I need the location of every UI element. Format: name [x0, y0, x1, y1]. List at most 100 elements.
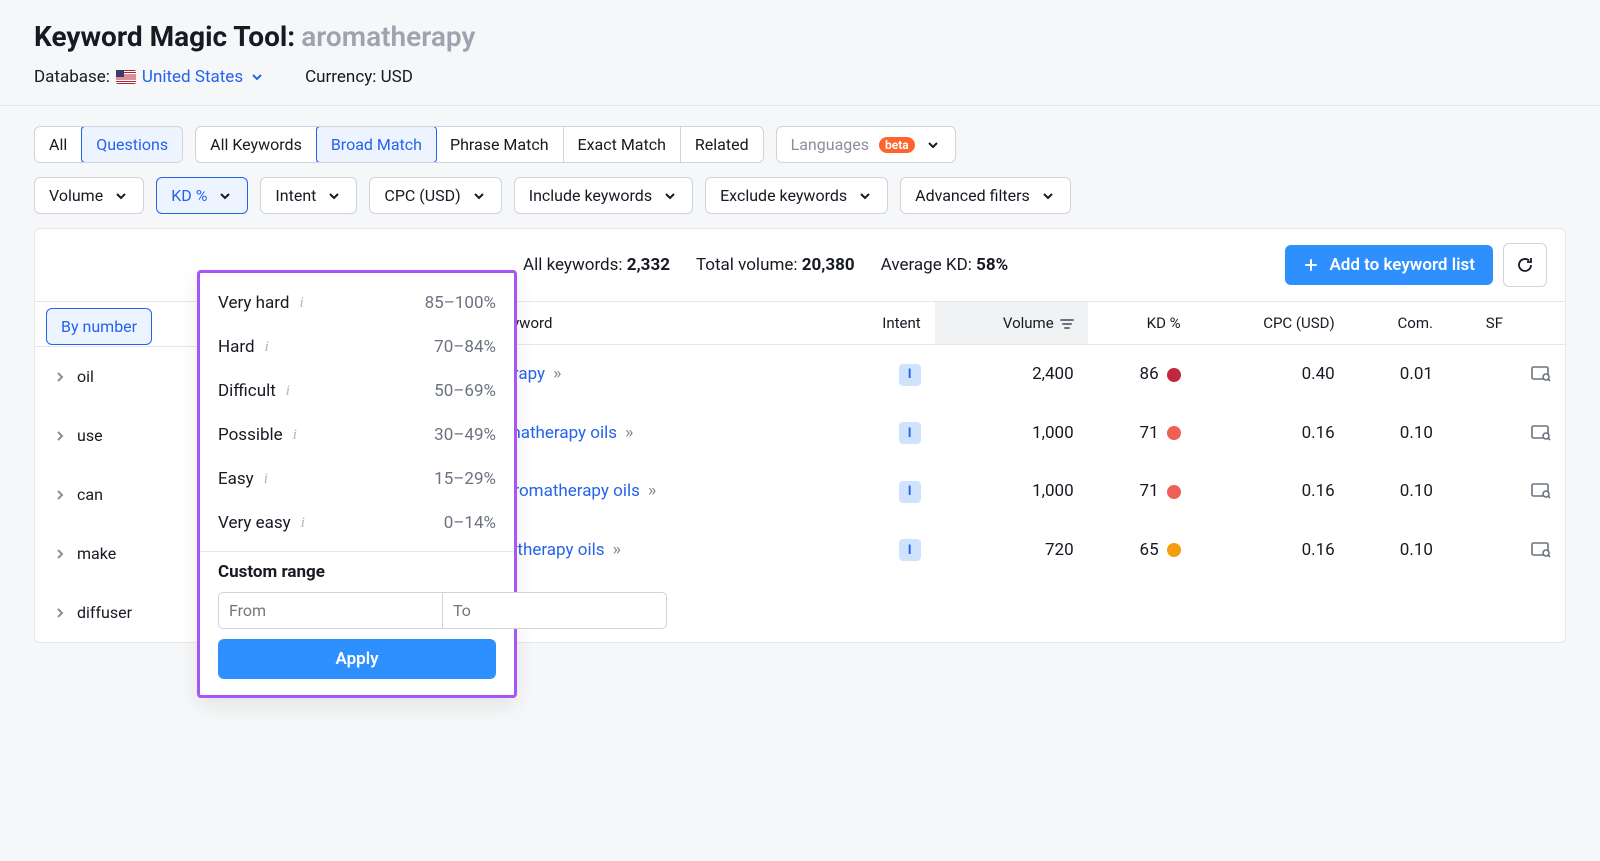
cell-serp[interactable]: [1517, 462, 1565, 521]
intent-badge: I: [899, 422, 921, 444]
cell-serp[interactable]: [1517, 345, 1565, 404]
chevron-right-icon: [55, 371, 65, 383]
col-com[interactable]: Com.: [1349, 302, 1447, 345]
sidebar-item-label: diffuser: [77, 603, 132, 622]
chevron-down-icon: [217, 188, 233, 204]
filter-exclude[interactable]: Exclude keywords: [705, 177, 888, 214]
by-number-tab[interactable]: By number: [46, 308, 152, 345]
filter-volume[interactable]: Volume: [34, 177, 144, 214]
kd-option-label: Difficult: [218, 381, 276, 401]
tab-all-keywords[interactable]: All Keywords: [196, 127, 317, 162]
filter-kd[interactable]: KD %: [156, 177, 248, 214]
refresh-icon: [1515, 255, 1535, 275]
chevron-right-icon: [55, 430, 65, 442]
cell-kd: 71: [1088, 404, 1195, 463]
kd-option-label: Very easy: [218, 513, 291, 533]
col-sf[interactable]: SF: [1447, 302, 1517, 345]
currency-display: Currency: USD: [305, 67, 413, 87]
tab-questions[interactable]: Questions: [81, 126, 183, 163]
cell-kd: 65: [1088, 521, 1195, 580]
double-chevron-icon: ››: [611, 540, 619, 560]
kd-option-range: 30–49%: [434, 425, 496, 445]
apply-button[interactable]: Apply: [218, 639, 496, 679]
languages-dropdown[interactable]: Languages beta: [776, 126, 956, 163]
col-cpc[interactable]: CPC (USD): [1195, 302, 1349, 345]
chevron-down-icon: [113, 188, 129, 204]
title-query: aromatherapy: [301, 20, 475, 53]
filter-cpc[interactable]: CPC (USD): [369, 177, 501, 214]
tab-broad-match[interactable]: Broad Match: [316, 126, 437, 163]
chevron-down-icon: [1040, 188, 1056, 204]
double-chevron-icon: ››: [646, 481, 654, 501]
chevron-right-icon: [55, 548, 65, 560]
serp-preview-icon: [1531, 483, 1551, 499]
kd-option-range: 15–29%: [434, 469, 496, 489]
languages-label: Languages: [791, 135, 869, 154]
custom-range-to-input[interactable]: [442, 592, 667, 629]
cell-kd: 86: [1088, 345, 1195, 404]
kd-dot-icon: [1167, 543, 1181, 557]
cell-volume: 1,000: [935, 462, 1088, 521]
kd-option-range: 85–100%: [425, 293, 496, 313]
database-label: Database:: [34, 67, 110, 87]
cell-intent: I: [832, 462, 935, 521]
kd-option[interactable]: Very hardi85–100%: [200, 281, 514, 325]
database-selector[interactable]: Database: United States: [34, 67, 265, 87]
sidebar-item-label: use: [77, 426, 103, 445]
tab-related[interactable]: Related: [681, 127, 763, 162]
filter-include[interactable]: Include keywords: [514, 177, 693, 214]
col-kd[interactable]: KD %: [1088, 302, 1195, 345]
kd-option[interactable]: Difficult i 50–69%: [200, 369, 514, 413]
cell-com: 0.10: [1349, 404, 1447, 463]
tab-all[interactable]: All: [35, 127, 82, 162]
kd-option-label: Hard: [218, 337, 255, 357]
cell-sf: [1447, 404, 1517, 463]
kd-filter-dropdown: Very hardi85–100%Hardi70–84%Difficulti50…: [197, 270, 517, 698]
add-to-keyword-list-button[interactable]: Add to keyword list: [1285, 245, 1493, 285]
kd-dot-icon: [1167, 426, 1181, 440]
tab-phrase-match[interactable]: Phrase Match: [436, 127, 564, 162]
info-icon: i: [264, 471, 268, 488]
col-intent[interactable]: Intent: [832, 302, 935, 345]
kd-option[interactable]: Easyi 15–29%: [200, 457, 514, 501]
kd-option-label: Easy: [218, 469, 254, 489]
cell-com: 0.10: [1349, 462, 1447, 521]
intent-badge: I: [899, 481, 921, 503]
cell-serp[interactable]: [1517, 404, 1565, 463]
custom-range-from-input[interactable]: [218, 592, 442, 629]
sidebar-item-label: oil: [77, 367, 94, 386]
filter-intent[interactable]: Intent: [260, 177, 357, 214]
refresh-button[interactable]: [1503, 243, 1547, 287]
double-chevron-icon: ››: [623, 423, 631, 443]
cell-cpc: 0.16: [1195, 521, 1349, 580]
beta-badge: beta: [879, 137, 915, 153]
info-icon: i: [299, 295, 303, 312]
cell-cpc: 0.40: [1195, 345, 1349, 404]
col-volume[interactable]: Volume: [935, 302, 1088, 345]
chevron-right-icon: [55, 607, 65, 619]
results-table: Keyword Intent Volume KD % CPC (USD) Com…: [370, 302, 1565, 642]
tab-exact-match[interactable]: Exact Match: [564, 127, 681, 162]
us-flag-icon: [116, 70, 136, 84]
filter-advanced[interactable]: Advanced filters: [900, 177, 1071, 214]
scope-segmented: All Questions: [34, 126, 183, 163]
double-chevron-icon: ››: [551, 364, 559, 384]
cell-sf: [1447, 521, 1517, 580]
kd-option-label: Possible: [218, 425, 283, 445]
chevron-right-icon: [55, 489, 65, 501]
info-icon: i: [286, 383, 290, 400]
sort-desc-icon: [1060, 318, 1074, 330]
kd-option[interactable]: Very easyi0–14%: [200, 501, 514, 545]
cell-sf: [1447, 345, 1517, 404]
info-icon: i: [301, 515, 305, 532]
kd-option-range: 50–69%: [434, 381, 496, 401]
cell-cpc: 0.16: [1195, 462, 1349, 521]
cell-intent: I: [832, 345, 935, 404]
kd-option[interactable]: Hardi70–84%: [200, 325, 514, 369]
cell-volume: 2,400: [935, 345, 1088, 404]
chevron-down-icon: [326, 188, 342, 204]
cell-com: 0.01: [1349, 345, 1447, 404]
intent-badge: I: [899, 364, 921, 386]
kd-option[interactable]: Possiblei30–49%: [200, 413, 514, 457]
cell-serp[interactable]: [1517, 521, 1565, 580]
